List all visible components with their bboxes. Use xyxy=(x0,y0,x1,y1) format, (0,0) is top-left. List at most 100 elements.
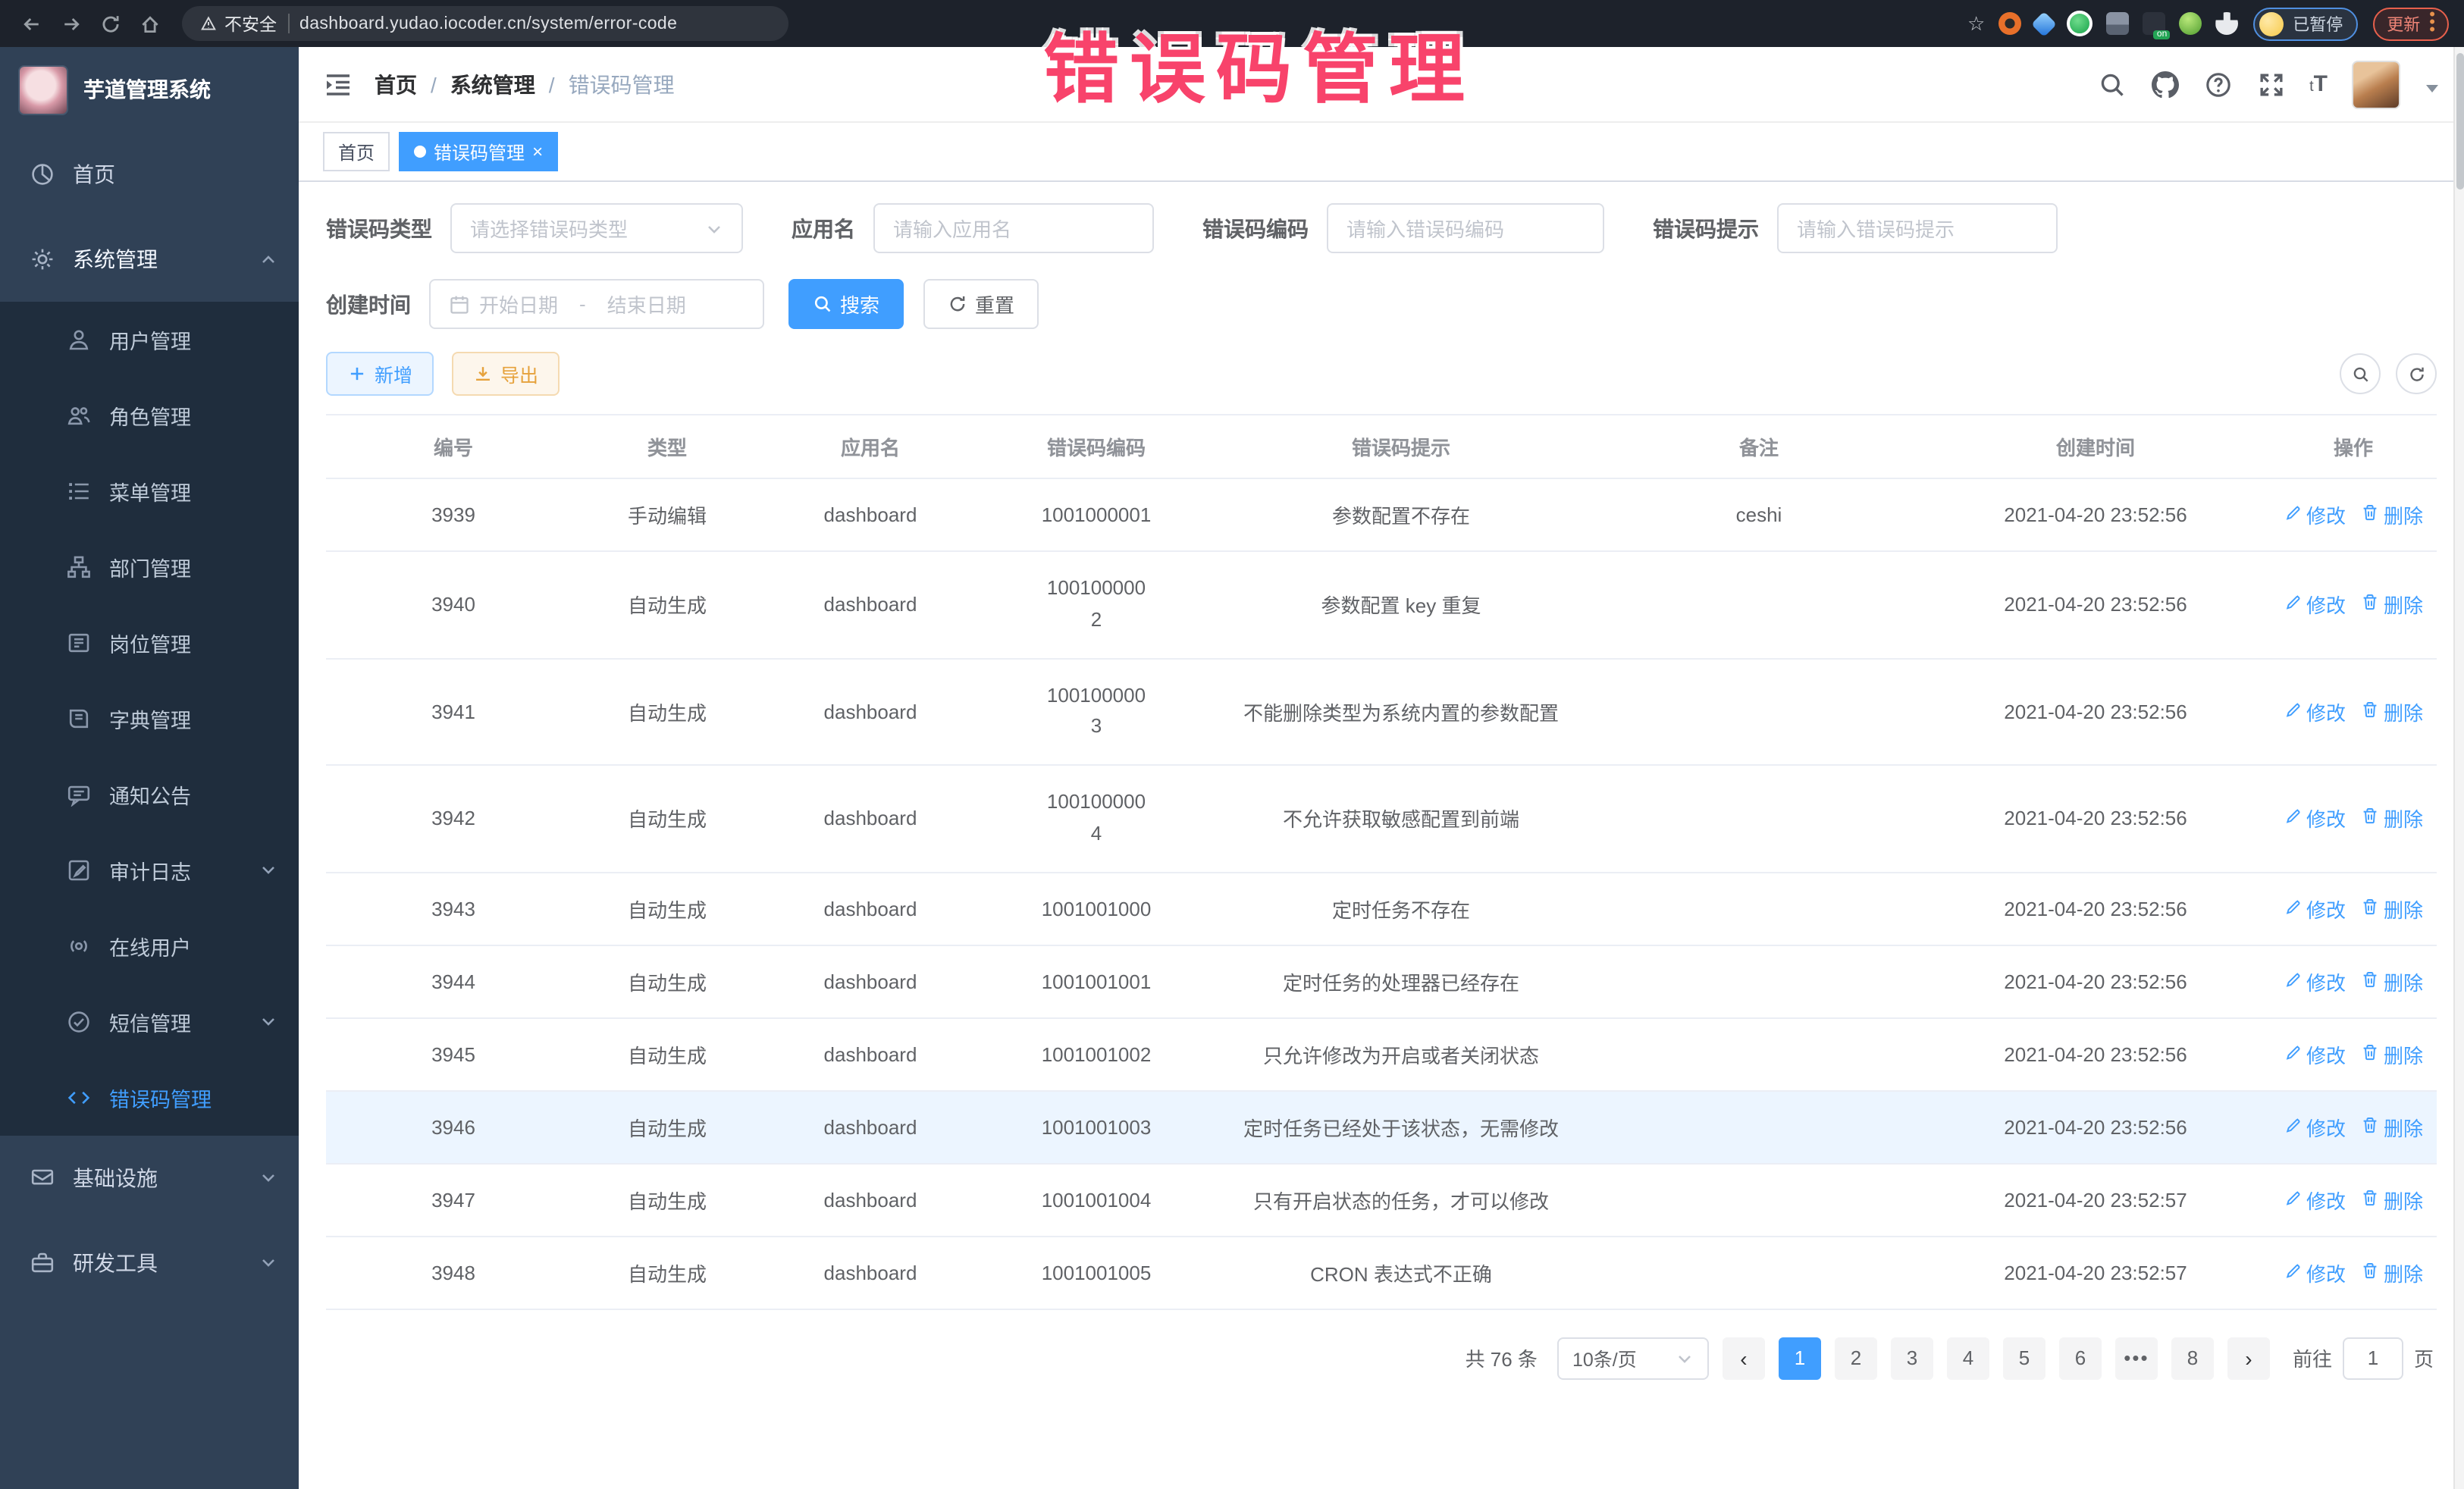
page-button-4[interactable]: 4 xyxy=(1947,1337,1989,1380)
export-button[interactable]: 导出 xyxy=(452,352,560,396)
breadcrumb-system[interactable]: 系统管理 xyxy=(450,69,535,99)
sidebar-item-岗位管理[interactable]: 岗位管理 xyxy=(0,605,299,681)
security-chip[interactable]: 不安全 xyxy=(200,11,277,36)
edit-link[interactable]: 修改 xyxy=(2284,1186,2346,1215)
chevron-up-icon xyxy=(259,250,277,268)
delete-link[interactable]: 删除 xyxy=(2361,1113,2423,1142)
help-icon[interactable] xyxy=(2203,70,2232,99)
next-page-button[interactable]: › xyxy=(2227,1337,2270,1380)
address-bar[interactable]: 不安全 dashboard.yudao.iocoder.cn/system/er… xyxy=(182,6,788,41)
page-button-2[interactable]: 2 xyxy=(1835,1337,1877,1380)
table-row: 3942自动生成dashboard1001000004不允许获取敏感配置到前端2… xyxy=(326,765,2437,872)
scrollbar-thumb[interactable] xyxy=(2456,53,2464,190)
edit-link[interactable]: 修改 xyxy=(2284,804,2346,833)
error-code-input[interactable]: 请输入错误码编码 xyxy=(1327,203,1604,253)
search-button[interactable]: 搜索 xyxy=(788,279,904,329)
sidebar-item-在线用户[interactable]: 在线用户 xyxy=(0,908,299,984)
extension-icon-on-badge[interactable]: on xyxy=(2143,12,2165,35)
browser-forward-icon[interactable] xyxy=(55,7,88,40)
breadcrumb-home[interactable]: 首页 xyxy=(375,69,417,99)
delete-link[interactable]: 删除 xyxy=(2361,1040,2423,1069)
sidebar-item-基础设施[interactable]: 基础设施 xyxy=(0,1136,299,1221)
sidebar-item-菜单管理[interactable]: 菜单管理 xyxy=(0,453,299,529)
fullscreen-icon[interactable] xyxy=(2256,70,2285,99)
search-icon[interactable] xyxy=(2097,70,2126,99)
error-message-input[interactable]: 请输入错误码提示 xyxy=(1777,203,2058,253)
page-button-3[interactable]: 3 xyxy=(1891,1337,1933,1380)
bookmark-star-icon[interactable]: ☆ xyxy=(1967,11,1985,36)
reset-button[interactable]: 重置 xyxy=(923,279,1039,329)
close-icon[interactable]: × xyxy=(532,143,543,161)
edit-link[interactable]: 修改 xyxy=(2284,1040,2346,1069)
toggle-search-button[interactable] xyxy=(2340,353,2381,394)
page-button-1[interactable]: 1 xyxy=(1779,1337,1821,1380)
sidebar-item-短信管理[interactable]: 短信管理 xyxy=(0,984,299,1060)
delete-link[interactable]: 删除 xyxy=(2361,895,2423,923)
delete-link[interactable]: 删除 xyxy=(2361,500,2423,529)
app-name-input[interactable]: 请输入应用名 xyxy=(873,203,1154,253)
delete-link[interactable]: 删除 xyxy=(2361,697,2423,726)
error-type-select[interactable]: 请选择错误码类型 xyxy=(450,203,743,253)
delete-link[interactable]: 删除 xyxy=(2361,804,2423,833)
warning-icon xyxy=(200,15,217,32)
browser-update-button[interactable]: 更新 ••• xyxy=(2373,7,2449,40)
tab-error-code[interactable]: 错误码管理 × xyxy=(399,132,558,171)
edit-link[interactable]: 修改 xyxy=(2284,697,2346,726)
delete-link[interactable]: 删除 xyxy=(2361,1186,2423,1215)
extension-icon-green-creature[interactable] xyxy=(2179,12,2202,35)
cell-created: 2021-04-20 23:52:57 xyxy=(1921,1237,2270,1309)
edit-link[interactable]: 修改 xyxy=(2284,967,2346,996)
extension-icon-gem[interactable] xyxy=(2031,11,2057,36)
refresh-table-button[interactable] xyxy=(2396,353,2437,394)
delete-link[interactable]: 删除 xyxy=(2361,1259,2423,1287)
kebab-menu-icon[interactable]: ••• xyxy=(2429,12,2435,35)
sidebar-item-用户管理[interactable]: 用户管理 xyxy=(0,302,299,378)
browser-back-icon[interactable] xyxy=(15,7,49,40)
date-range-picker[interactable]: 开始日期 - 结束日期 xyxy=(429,279,764,329)
browser-home-icon[interactable] xyxy=(133,7,167,40)
sidebar-item-错误码管理[interactable]: 错误码管理 xyxy=(0,1060,299,1136)
logo-row[interactable]: 芋道管理系统 xyxy=(0,47,299,132)
add-button[interactable]: 新增 xyxy=(326,352,434,396)
page-button-5[interactable]: 5 xyxy=(2003,1337,2045,1380)
edit-link[interactable]: 修改 xyxy=(2284,1113,2346,1142)
cell-app: dashboard xyxy=(754,1091,987,1164)
delete-link[interactable]: 删除 xyxy=(2361,967,2423,996)
goto-page-input[interactable] xyxy=(2343,1337,2403,1380)
page-button-6[interactable]: 6 xyxy=(2059,1337,2102,1380)
sidebar-toggle-icon[interactable] xyxy=(323,69,353,99)
cell-actions: 修改删除 xyxy=(2270,658,2437,765)
url-text[interactable]: dashboard.yudao.iocoder.cn/system/error-… xyxy=(299,14,677,33)
caret-down-icon[interactable] xyxy=(2425,77,2440,92)
more-pages-button[interactable]: ••• xyxy=(2115,1337,2158,1380)
delete-link[interactable]: 删除 xyxy=(2361,591,2423,619)
sidebar-item-字典管理[interactable]: 字典管理 xyxy=(0,681,299,757)
sidebar-item-角色管理[interactable]: 角色管理 xyxy=(0,378,299,453)
extension-icon-orange[interactable] xyxy=(1998,12,2021,35)
scrollbar[interactable] xyxy=(2453,47,2464,1489)
edit-link[interactable]: 修改 xyxy=(2284,591,2346,619)
extension-icon-puzzle[interactable] xyxy=(2215,12,2238,35)
browser-reload-icon[interactable] xyxy=(94,7,127,40)
page-button-8[interactable]: 8 xyxy=(2171,1337,2214,1380)
sidebar-item-通知公告[interactable]: 通知公告 xyxy=(0,757,299,832)
edit-link[interactable]: 修改 xyxy=(2284,895,2346,923)
sidebar-item-审计日志[interactable]: 审计日志 xyxy=(0,832,299,908)
tab-home[interactable]: 首页 xyxy=(323,132,390,171)
sidebar-item-首页[interactable]: 首页 xyxy=(0,132,299,217)
prev-page-button[interactable]: ‹ xyxy=(1723,1337,1765,1380)
cell-created: 2021-04-20 23:52:56 xyxy=(1921,658,2270,765)
sidebar-item-研发工具[interactable]: 研发工具 xyxy=(0,1221,299,1306)
extension-icon-green-circle[interactable] xyxy=(2067,11,2093,36)
github-icon[interactable] xyxy=(2150,70,2179,99)
extension-icon-grid[interactable] xyxy=(2106,12,2129,35)
cell-created: 2021-04-20 23:52:56 xyxy=(1921,1091,2270,1164)
page-size-select[interactable]: 10条/页 xyxy=(1557,1337,1709,1380)
avatar[interactable] xyxy=(2352,60,2400,108)
edit-link[interactable]: 修改 xyxy=(2284,500,2346,529)
edit-link[interactable]: 修改 xyxy=(2284,1259,2346,1287)
font-size-icon[interactable]: tT xyxy=(2309,73,2328,96)
sidebar-item-部门管理[interactable]: 部门管理 xyxy=(0,529,299,605)
sidebar-item-系统管理[interactable]: 系统管理 xyxy=(0,217,299,302)
paused-profile-badge[interactable]: 已暂停 xyxy=(2253,7,2358,40)
